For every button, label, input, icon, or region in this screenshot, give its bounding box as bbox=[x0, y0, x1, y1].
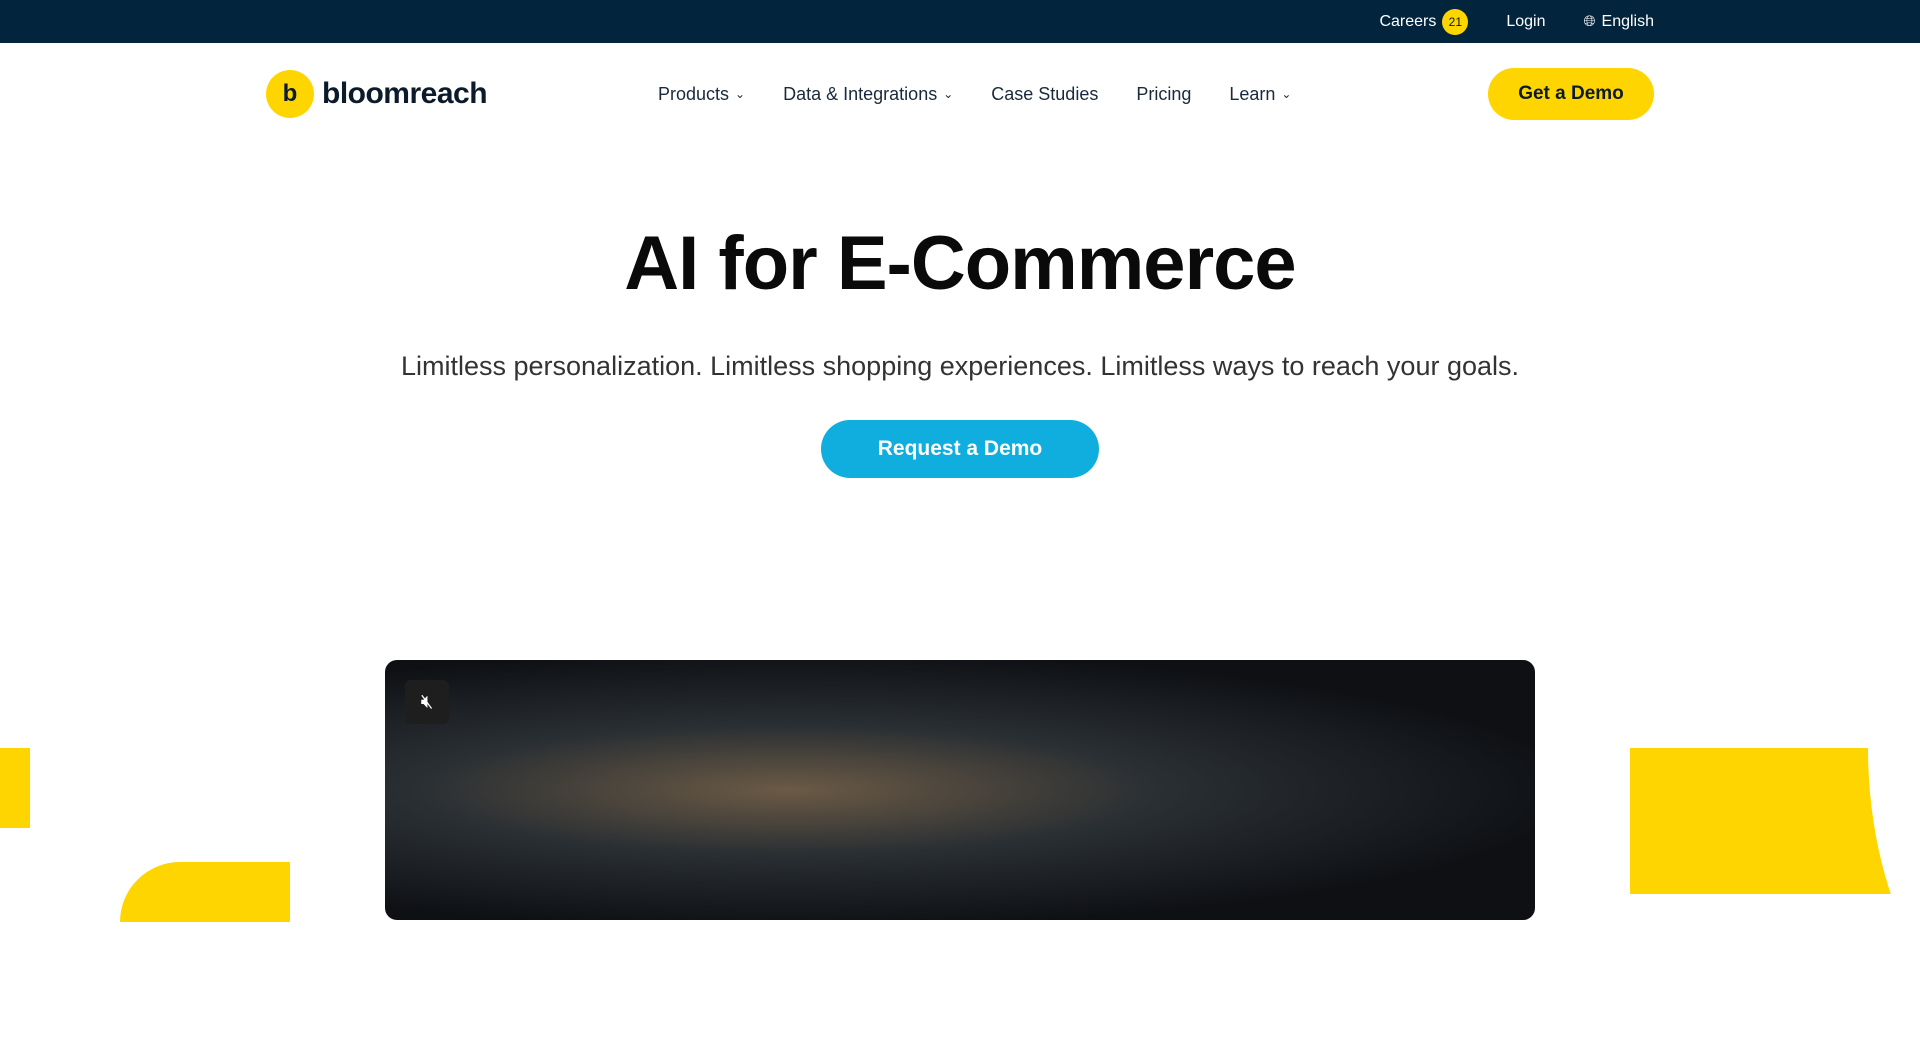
globe-icon: 🌐︎ bbox=[1583, 13, 1596, 30]
nav-item-case-studies[interactable]: Case Studies bbox=[991, 84, 1098, 105]
careers-link[interactable]: Careers 21 bbox=[1379, 8, 1469, 35]
get-demo-button[interactable]: Get a Demo bbox=[1488, 68, 1654, 120]
mute-button[interactable]: 🔇︎ bbox=[405, 680, 449, 724]
nav-item-learn[interactable]: Learn ⌄ bbox=[1229, 84, 1291, 105]
request-demo-button[interactable]: Request a Demo bbox=[821, 420, 1099, 478]
nav-item-pricing[interactable]: Pricing bbox=[1136, 84, 1191, 105]
nav-item-label: Case Studies bbox=[991, 83, 1099, 104]
nav-item-label: Products bbox=[658, 83, 730, 104]
speaker-muted-icon: 🔇︎ bbox=[420, 690, 434, 713]
hero-video[interactable]: 🔇︎ bbox=[385, 660, 1535, 920]
logo[interactable]: b bloomreach bbox=[266, 70, 488, 118]
chevron-down-icon: ⌄ bbox=[735, 87, 746, 101]
nav-item-label: Learn bbox=[1229, 83, 1276, 104]
login-label: Login bbox=[1506, 12, 1546, 30]
nav-item-products[interactable]: Products ⌄ bbox=[658, 84, 745, 105]
hero-title: AI for E-Commerce bbox=[624, 221, 1296, 306]
careers-count-badge: 21 bbox=[1442, 8, 1469, 35]
decorative-yellow-arc-left bbox=[120, 862, 290, 922]
hero-section: AI for E-Commerce Limitless personalizat… bbox=[0, 220, 1920, 478]
main-nav: b bloomreach Products ⌄ Data & Integrati… bbox=[0, 43, 1920, 145]
chevron-down-icon: ⌄ bbox=[1281, 87, 1292, 101]
decorative-yellow-shape-left bbox=[0, 748, 30, 828]
careers-label: Careers bbox=[1379, 12, 1437, 30]
nav-menu: Products ⌄ Data & Integrations ⌄ Case St… bbox=[658, 84, 1291, 105]
top-utility-bar: Careers 21 Login 🌐︎ English bbox=[0, 0, 1920, 43]
language-selector[interactable]: 🌐︎ English bbox=[1584, 13, 1655, 31]
hero-subtitle: Limitless personalization. Limitless sho… bbox=[400, 351, 1520, 381]
language-label: English bbox=[1601, 12, 1654, 30]
nav-item-label: Data & Integrations bbox=[783, 83, 938, 104]
chevron-down-icon: ⌄ bbox=[943, 87, 954, 101]
nav-item-data-integrations[interactable]: Data & Integrations ⌄ bbox=[783, 84, 953, 105]
nav-item-label: Pricing bbox=[1136, 83, 1192, 104]
logo-mark-icon: b bbox=[266, 70, 314, 118]
decorative-cutout-right bbox=[1868, 748, 1920, 1048]
login-link[interactable]: Login bbox=[1506, 13, 1545, 31]
logo-wordmark: bloomreach bbox=[322, 77, 488, 110]
